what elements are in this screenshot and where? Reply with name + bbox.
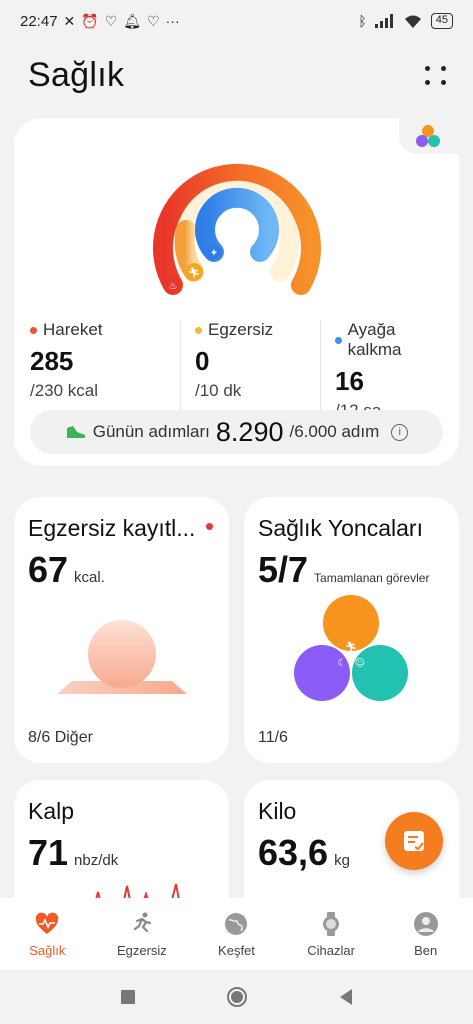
nav-label: Sağlık (29, 942, 66, 958)
info-icon[interactable]: i (391, 423, 409, 441)
metric-move: Hareket 285 /230 kcal (28, 320, 180, 421)
card-title: Egzersiz kayıtl... (28, 515, 196, 541)
dot-icon (440, 65, 446, 71)
person-icon (413, 911, 438, 936)
svg-text:🏃︎: 🏃︎ (188, 267, 201, 279)
nav-item-exercise[interactable]: Egzersiz (95, 898, 190, 970)
bluetooth-icon: ᛒ (358, 13, 367, 29)
status-bar: 22:47 ✕ ⏰ ♡ 🔔︎ ♡ ··· ᛒ 45 (0, 0, 473, 42)
health-app-icon: ♡ (104, 13, 118, 29)
nav-label: Egzersiz (116, 942, 167, 958)
card-value: 71 nbz/dk (28, 832, 118, 874)
alarm-icon: ⏰ (81, 13, 99, 29)
steps-label: Günün adımları (92, 422, 210, 441)
metric-target: /10 dk (195, 381, 242, 400)
svg-text:✦: ✦ (210, 248, 218, 259)
health-app-icon-2: ♡ (147, 13, 160, 29)
metric-value: 16 (335, 366, 364, 396)
activity-rings: ♨ 🏃︎ ✦ (153, 163, 321, 295)
weight-value: 63,6 (258, 832, 329, 873)
exercise-dot (195, 326, 202, 334)
system-navigation-bar (0, 970, 473, 1024)
metric-label: Hareket (43, 320, 103, 339)
app-header: Sağlık (28, 50, 448, 100)
exercise-illustration (57, 620, 187, 694)
nav-label: Ben (414, 942, 438, 958)
exercise-records-card[interactable]: Egzersiz kayıtl... 67 kcal. 8/6 Diğer (14, 497, 229, 763)
signal-icon (374, 14, 393, 28)
steps-goal: /6.000 adım (289, 422, 380, 441)
heart-rate-value: 71 (28, 832, 69, 873)
metric-target: /230 kcal (30, 381, 99, 400)
globe-icon (225, 912, 248, 935)
metric-label: Ayağa kalkma (347, 320, 402, 359)
notification-bell-icon: 🔔︎ (123, 13, 142, 29)
nav-label: Keşfet (218, 942, 255, 958)
heart-rate-sparkline (95, 883, 180, 900)
new-indicator-dot (206, 523, 213, 530)
card-title: Kalp (28, 798, 75, 824)
daily-steps[interactable]: Günün adımları 8.290 /6.000 adım i (30, 410, 443, 454)
nav-item-health[interactable]: Sağlık (0, 898, 95, 970)
nav-item-devices[interactable]: Cihazlar (284, 898, 379, 970)
card-title: Sağlık Yoncaları (258, 515, 423, 541)
exercise-kcal-unit: kcal. (74, 569, 105, 586)
weight-unit: kg (334, 852, 350, 869)
card-value: 67 kcal. (28, 549, 105, 591)
clover-value: 5/7 (258, 549, 309, 590)
heart-pulse-icon (36, 912, 59, 934)
metric-exercise: Egzersiz 0 /10 dk (180, 320, 320, 421)
dot-icon (440, 79, 446, 85)
metric-label: Egzersiz (208, 320, 274, 339)
nav-item-discover[interactable]: Keşfet (189, 898, 284, 970)
move-dot (30, 326, 37, 334)
more-menu-button[interactable] (424, 63, 448, 87)
battery-indicator: 45 (430, 13, 453, 29)
recent-apps-button[interactable] (120, 989, 136, 1005)
metric-stand: Ayağa kalkma 16 /12 sa (320, 320, 448, 421)
card-value: 63,6 kg (258, 832, 350, 874)
svg-text:☺: ☺ (355, 658, 365, 669)
mute-icon: ✕ (63, 13, 76, 29)
card-title: Kilo (258, 798, 297, 824)
page-title: Sağlık (28, 55, 125, 94)
svg-text:♨: ♨ (169, 281, 178, 292)
more-notifications-icon: ··· (165, 13, 180, 29)
heart-rate-unit: nbz/dk (74, 852, 119, 869)
running-icon (133, 912, 151, 932)
clover-illustration: 🏃︎ ☾ ☺ (294, 595, 408, 701)
watch-icon (323, 911, 340, 936)
bottom-navigation: Sağlık Egzersiz Keşfet Cihazlar Ben (0, 898, 473, 970)
card-value: 5/7 Tamamlanan görevler (258, 549, 429, 591)
activity-rings-card[interactable]: ♨ 🏃︎ ✦ Hareket 285 /230 kcal Egzersiz 0 … (14, 118, 459, 466)
stand-dot (335, 336, 342, 344)
card-footer: 8/6 Diğer (28, 729, 93, 746)
dot-icon (424, 65, 430, 71)
clover-unit: Tamamlanan görevler (314, 571, 430, 585)
svg-text:🏃︎: 🏃︎ (345, 641, 358, 653)
nav-label: Cihazlar (307, 942, 355, 958)
exercise-kcal-value: 67 (28, 549, 69, 590)
record-edit-icon (404, 831, 424, 851)
svg-text:☾: ☾ (338, 658, 347, 669)
back-button[interactable] (338, 988, 354, 1006)
dot-icon (424, 79, 430, 85)
card-footer: 11/6 (258, 729, 288, 746)
add-record-button[interactable] (385, 812, 443, 870)
home-button[interactable] (226, 986, 248, 1008)
steps-value: 8.290 (215, 416, 284, 447)
nav-item-me[interactable]: Ben (378, 898, 473, 970)
shoe-icon (66, 426, 85, 438)
wifi-icon (404, 15, 421, 28)
status-time: 22:47 (20, 12, 58, 30)
metric-value: 285 (30, 346, 74, 376)
clover-icon (416, 125, 440, 147)
health-clover-card[interactable]: Sağlık Yoncaları 5/7 Tamamlanan görevler… (244, 497, 459, 763)
clover-shortcut[interactable] (399, 118, 459, 154)
ring-metrics: Hareket 285 /230 kcal Egzersiz 0 /10 dk … (28, 320, 448, 421)
metric-value: 0 (195, 346, 210, 376)
